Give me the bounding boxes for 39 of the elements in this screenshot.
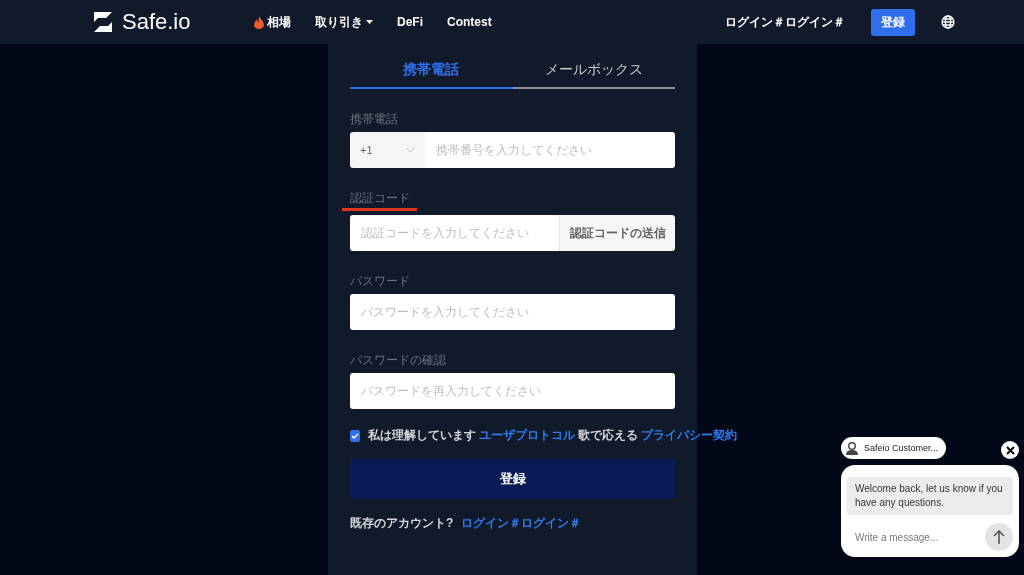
- tab[interactable]: メールボックス: [512, 58, 675, 89]
- login-link[interactable]: ログイン＃ログイン＃: [725, 13, 845, 31]
- nav-link[interactable]: DeFi: [397, 15, 423, 29]
- chevron-down-icon: [405, 147, 415, 153]
- input-field[interactable]: パスワードを再入力してください: [350, 373, 675, 409]
- country-code-select[interactable]: +1: [350, 132, 425, 168]
- nav-link[interactable]: Contest: [447, 15, 492, 29]
- person-icon: [845, 441, 859, 455]
- send-button[interactable]: [985, 523, 1013, 551]
- field-label: 携帯電話: [350, 111, 399, 127]
- agent-chip[interactable]: Safeio Customer...: [841, 437, 947, 459]
- register-button[interactable]: 登録: [871, 8, 915, 36]
- nav-link[interactable]: 相場: [254, 13, 291, 31]
- chat-message: Welcome back, let us know if you have any questions.: [847, 477, 1013, 515]
- close-icon: [1005, 445, 1015, 455]
- agreement-text: 私は理解しています: [368, 427, 476, 444]
- logo-text[interactable]: Safe.io: [122, 9, 191, 35]
- check-icon: [351, 432, 359, 439]
- agreement-text: 歌で応える: [578, 427, 638, 444]
- arrow-up-icon: [993, 530, 1005, 544]
- send-code-button[interactable]: 認証コードの送信: [559, 215, 675, 251]
- register-button[interactable]: 登録: [350, 459, 675, 499]
- tab[interactable]: 携帯電話: [350, 58, 513, 89]
- field-label: 認証コード: [350, 190, 411, 206]
- globe-icon: [941, 15, 955, 29]
- field-label: パスワードの確認: [350, 352, 447, 368]
- caret-icon: [366, 20, 373, 24]
- account-prompt: 既存のアカウント?: [350, 515, 454, 532]
- field-label: パスワード: [350, 273, 411, 289]
- input-field[interactable]: 認証コードを入力してください: [350, 215, 559, 251]
- checkbox[interactable]: [350, 429, 360, 442]
- flame-icon: [254, 15, 264, 29]
- agreement-link[interactable]: プライバシー契約: [641, 427, 737, 444]
- agreement-link[interactable]: ユーザプロトコル: [479, 427, 575, 444]
- login-link[interactable]: ログイン＃ログイン＃: [461, 515, 582, 532]
- input-field[interactable]: 携帯番号を入力してください: [425, 132, 675, 168]
- nav-link[interactable]: 取り引き: [315, 13, 373, 31]
- close-button[interactable]: [1001, 441, 1019, 459]
- input-field[interactable]: パスワードを入力してください: [350, 294, 675, 330]
